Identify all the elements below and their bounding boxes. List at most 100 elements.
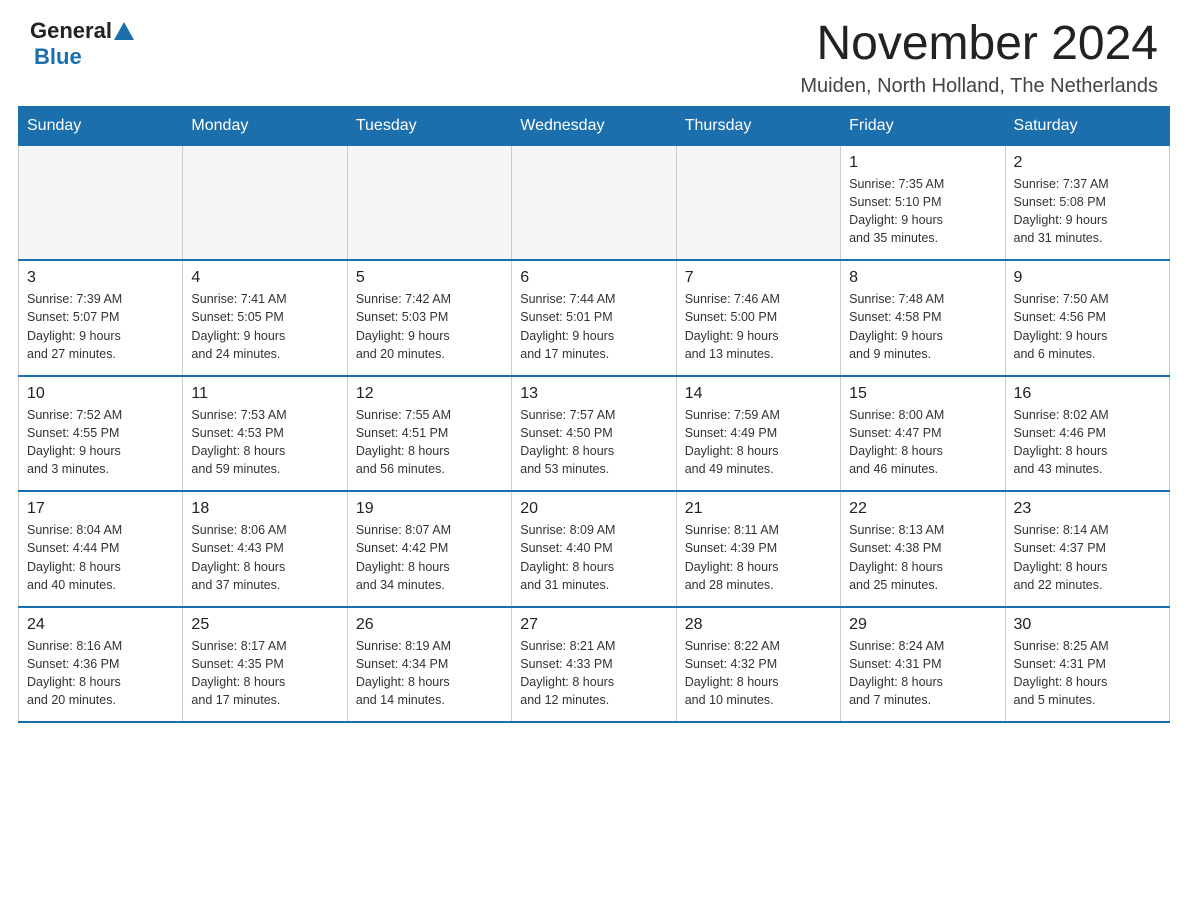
calendar-cell: 24Sunrise: 8:16 AM Sunset: 4:36 PM Dayli… (19, 607, 183, 723)
calendar-week-1: 1Sunrise: 7:35 AM Sunset: 5:10 PM Daylig… (19, 145, 1170, 260)
calendar-cell: 7 Sunrise: 7:46 AM Sunset: 5:00 PM Daylig… (676, 260, 840, 376)
day-number: 19 (356, 500, 503, 518)
day-info: Sunrise: 8:07 AM Sunset: 4:42 PM Dayligh… (356, 521, 503, 594)
calendar-cell: 8 Sunrise: 7:48 AM Sunset: 4:58 PM Daylig… (841, 260, 1005, 376)
calendar-header: SundayMondayTuesdayWednesdayThursdayFrid… (19, 106, 1170, 145)
calendar-cell: 27 Sunrise: 8:21 AM Sunset: 4:33 PM Dayli… (512, 607, 676, 723)
day-info: Sunrise: 7:52 AM Sunset: 4:55 PM Dayligh… (27, 406, 174, 479)
calendar-cell: 6Sunrise: 7:44 AM Sunset: 5:01 PM Daylig… (512, 260, 676, 376)
day-info: Sunrise: 8:19 AM Sunset: 4:34 PM Dayligh… (356, 637, 503, 710)
header-day-saturday: Saturday (1005, 106, 1169, 145)
calendar-container: SundayMondayTuesdayWednesdayThursdayFrid… (0, 106, 1188, 742)
day-info: Sunrise: 8:13 AM Sunset: 4:38 PM Dayligh… (849, 521, 996, 594)
day-number: 12 (356, 385, 503, 403)
calendar-cell: 19 Sunrise: 8:07 AM Sunset: 4:42 PM Dayli… (347, 491, 511, 607)
day-info: Sunrise: 8:14 AM Sunset: 4:37 PM Dayligh… (1014, 521, 1161, 594)
day-number: 2 (1014, 154, 1161, 172)
calendar-table: SundayMondayTuesdayWednesdayThursdayFrid… (18, 106, 1170, 724)
day-number: 20 (520, 500, 667, 518)
calendar-cell: 28Sunrise: 8:22 AM Sunset: 4:32 PM Dayli… (676, 607, 840, 723)
day-number: 17 (27, 500, 174, 518)
logo-blue-text: Blue (34, 44, 82, 70)
calendar-cell: 4 Sunrise: 7:41 AM Sunset: 5:05 PM Daylig… (183, 260, 347, 376)
day-info: Sunrise: 8:06 AM Sunset: 4:43 PM Dayligh… (191, 521, 338, 594)
location-subtitle: Muiden, North Holland, The Netherlands (800, 75, 1158, 98)
day-info: Sunrise: 7:46 AM Sunset: 5:00 PM Dayligh… (685, 290, 832, 363)
day-info: Sunrise: 8:24 AM Sunset: 4:31 PM Dayligh… (849, 637, 996, 710)
month-title: November 2024 (800, 18, 1158, 71)
calendar-cell: 23 Sunrise: 8:14 AM Sunset: 4:37 PM Dayli… (1005, 491, 1169, 607)
calendar-cell (676, 145, 840, 260)
calendar-cell (512, 145, 676, 260)
logo-triangle-icon (114, 22, 134, 40)
day-info: Sunrise: 7:39 AM Sunset: 5:07 PM Dayligh… (27, 290, 174, 363)
day-number: 1 (849, 154, 996, 172)
calendar-cell: 11Sunrise: 7:53 AM Sunset: 4:53 PM Dayli… (183, 376, 347, 492)
day-number: 10 (27, 385, 174, 403)
calendar-cell: 5 Sunrise: 7:42 AM Sunset: 5:03 PM Daylig… (347, 260, 511, 376)
day-number: 3 (27, 269, 174, 287)
calendar-cell: 15Sunrise: 8:00 AM Sunset: 4:47 PM Dayli… (841, 376, 1005, 492)
calendar-cell: 3 Sunrise: 7:39 AM Sunset: 5:07 PM Daylig… (19, 260, 183, 376)
calendar-cell: 22Sunrise: 8:13 AM Sunset: 4:38 PM Dayli… (841, 491, 1005, 607)
day-number: 7 (685, 269, 832, 287)
day-info: Sunrise: 8:09 AM Sunset: 4:40 PM Dayligh… (520, 521, 667, 594)
day-number: 4 (191, 269, 338, 287)
calendar-week-2: 3 Sunrise: 7:39 AM Sunset: 5:07 PM Daylig… (19, 260, 1170, 376)
calendar-cell: 20 Sunrise: 8:09 AM Sunset: 4:40 PM Dayli… (512, 491, 676, 607)
day-number: 16 (1014, 385, 1161, 403)
day-info: Sunrise: 8:02 AM Sunset: 4:46 PM Dayligh… (1014, 406, 1161, 479)
logo-general-text: General (30, 18, 112, 44)
day-number: 29 (849, 616, 996, 634)
day-info: Sunrise: 8:16 AM Sunset: 4:36 PM Dayligh… (27, 637, 174, 710)
day-info: Sunrise: 8:04 AM Sunset: 4:44 PM Dayligh… (27, 521, 174, 594)
day-number: 8 (849, 269, 996, 287)
header-day-wednesday: Wednesday (512, 106, 676, 145)
day-number: 14 (685, 385, 832, 403)
day-info: Sunrise: 7:59 AM Sunset: 4:49 PM Dayligh… (685, 406, 832, 479)
calendar-cell (347, 145, 511, 260)
calendar-week-3: 10 Sunrise: 7:52 AM Sunset: 4:55 PM Dayli… (19, 376, 1170, 492)
calendar-cell (19, 145, 183, 260)
day-number: 18 (191, 500, 338, 518)
calendar-cell: 12Sunrise: 7:55 AM Sunset: 4:51 PM Dayli… (347, 376, 511, 492)
calendar-cell: 16 Sunrise: 8:02 AM Sunset: 4:46 PM Dayli… (1005, 376, 1169, 492)
day-info: Sunrise: 8:22 AM Sunset: 4:32 PM Dayligh… (685, 637, 832, 710)
header-day-thursday: Thursday (676, 106, 840, 145)
calendar-cell (183, 145, 347, 260)
day-number: 5 (356, 269, 503, 287)
logo-text: General (30, 18, 136, 44)
day-number: 11 (191, 385, 338, 403)
calendar-cell: 14 Sunrise: 7:59 AM Sunset: 4:49 PM Dayli… (676, 376, 840, 492)
day-info: Sunrise: 8:21 AM Sunset: 4:33 PM Dayligh… (520, 637, 667, 710)
day-info: Sunrise: 7:48 AM Sunset: 4:58 PM Dayligh… (849, 290, 996, 363)
day-number: 9 (1014, 269, 1161, 287)
calendar-cell: 2 Sunrise: 7:37 AM Sunset: 5:08 PM Daylig… (1005, 145, 1169, 260)
day-number: 27 (520, 616, 667, 634)
header-day-friday: Friday (841, 106, 1005, 145)
logo: General Blue (30, 18, 136, 70)
day-number: 25 (191, 616, 338, 634)
day-info: Sunrise: 8:25 AM Sunset: 4:31 PM Dayligh… (1014, 637, 1161, 710)
day-number: 26 (356, 616, 503, 634)
calendar-cell: 9Sunrise: 7:50 AM Sunset: 4:56 PM Daylig… (1005, 260, 1169, 376)
day-info: Sunrise: 7:41 AM Sunset: 5:05 PM Dayligh… (191, 290, 338, 363)
header-row: SundayMondayTuesdayWednesdayThursdayFrid… (19, 106, 1170, 145)
day-number: 23 (1014, 500, 1161, 518)
day-number: 15 (849, 385, 996, 403)
header-day-tuesday: Tuesday (347, 106, 511, 145)
day-number: 30 (1014, 616, 1161, 634)
day-info: Sunrise: 7:44 AM Sunset: 5:01 PM Dayligh… (520, 290, 667, 363)
day-info: Sunrise: 7:37 AM Sunset: 5:08 PM Dayligh… (1014, 175, 1161, 248)
calendar-cell: 21Sunrise: 8:11 AM Sunset: 4:39 PM Dayli… (676, 491, 840, 607)
calendar-body: 1Sunrise: 7:35 AM Sunset: 5:10 PM Daylig… (19, 145, 1170, 722)
day-info: Sunrise: 7:57 AM Sunset: 4:50 PM Dayligh… (520, 406, 667, 479)
calendar-week-4: 17 Sunrise: 8:04 AM Sunset: 4:44 PM Dayli… (19, 491, 1170, 607)
header-day-monday: Monday (183, 106, 347, 145)
day-info: Sunrise: 7:42 AM Sunset: 5:03 PM Dayligh… (356, 290, 503, 363)
day-number: 21 (685, 500, 832, 518)
calendar-cell: 1Sunrise: 7:35 AM Sunset: 5:10 PM Daylig… (841, 145, 1005, 260)
calendar-cell: 26 Sunrise: 8:19 AM Sunset: 4:34 PM Dayli… (347, 607, 511, 723)
calendar-cell: 30 Sunrise: 8:25 AM Sunset: 4:31 PM Dayli… (1005, 607, 1169, 723)
calendar-cell: 29 Sunrise: 8:24 AM Sunset: 4:31 PM Dayli… (841, 607, 1005, 723)
